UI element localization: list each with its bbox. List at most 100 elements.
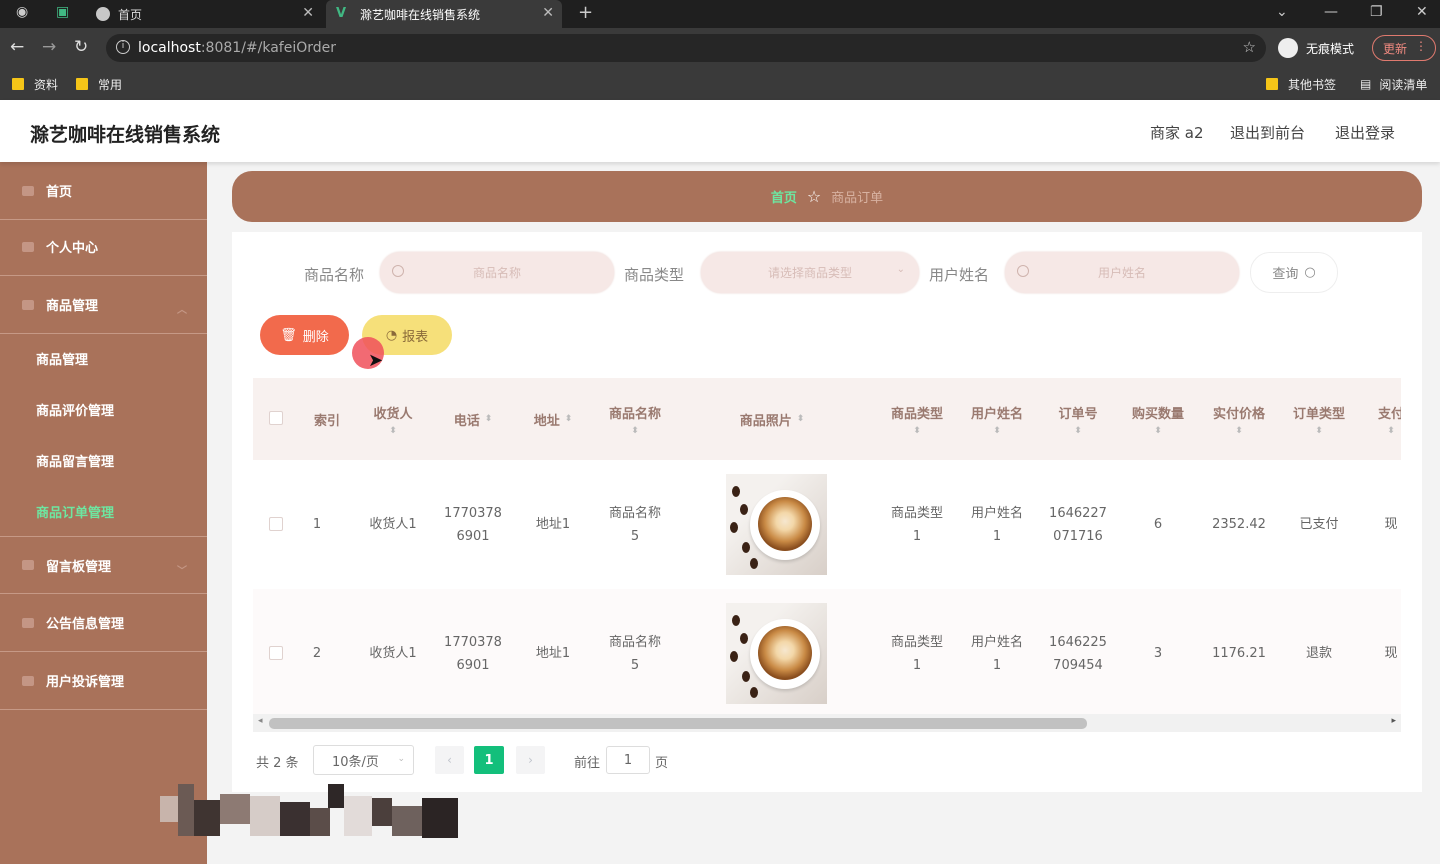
column-header: 地址	[533, 413, 560, 429]
logout-link[interactable]: 退出登录	[1335, 122, 1395, 143]
tab-system[interactable]: V 滁艺咖啡在线销售系统 ✕	[326, 0, 562, 28]
goto-page-input[interactable]: 1	[606, 746, 650, 774]
col-order-no[interactable]: 订单号 ⬍	[1038, 378, 1118, 460]
sidebar-subitem-goods[interactable]: 商品管理	[36, 349, 88, 368]
delete-button[interactable]: 🗑 删除	[260, 315, 349, 355]
col-quantity[interactable]: 购买数量 ⬍	[1118, 378, 1198, 460]
incognito-indicator[interactable]: 无痕模式	[1278, 35, 1354, 61]
user-name-placeholder: 用户姓名	[1097, 266, 1146, 280]
sort-icon[interactable]: ⬍	[1235, 426, 1243, 436]
sort-icon[interactable]: ⬍	[631, 426, 639, 436]
bookmark-folder[interactable]: 其他书签	[1266, 74, 1336, 94]
url-input[interactable]: i localhost:8081/#/kafeiOrder ☆	[106, 34, 1266, 62]
restore-icon[interactable]: ❐	[1370, 4, 1383, 20]
cell-line: 5	[630, 657, 640, 673]
cell-line: 1	[912, 657, 922, 673]
tab-home[interactable]: 首页 ✕	[86, 0, 322, 28]
sort-icon[interactable]: ⬍	[993, 426, 1001, 436]
cell-quantity: 3	[1153, 646, 1163, 661]
sidebar-item-home[interactable]: 首页	[0, 162, 207, 220]
row-checkbox[interactable]	[269, 517, 283, 531]
bookmark-folder[interactable]: 常用	[76, 74, 122, 94]
col-user-name[interactable]: 用户姓名 ⬍	[957, 378, 1037, 460]
back-icon[interactable]: ←	[10, 37, 24, 57]
col-order-type[interactable]: 订单类型 ⬍	[1279, 378, 1359, 460]
chevron-down-icon[interactable]: ⌄	[1276, 4, 1288, 20]
coffee-photo[interactable]	[725, 474, 827, 575]
sheet-tab-icon[interactable]: ▣	[56, 4, 69, 20]
column-header: 实付价格	[1212, 406, 1265, 422]
sort-icon[interactable]: ⬍	[565, 414, 573, 424]
cell-line: 1	[912, 528, 922, 544]
sort-icon[interactable]: ⬍	[1315, 426, 1323, 436]
prev-page-button[interactable]: ‹	[435, 746, 464, 774]
table-row[interactable]: 2 收货人1 1770378 6901 地址1 商品名称 5 商品类型 1 用户姓名 1…	[253, 589, 1401, 714]
user-name-input[interactable]: 用户姓名	[1005, 252, 1239, 293]
back-to-front-link[interactable]: 退出到前台	[1230, 122, 1305, 143]
col-price[interactable]: 实付价格 ⬍	[1199, 378, 1279, 460]
close-icon[interactable]: ✕	[302, 5, 314, 21]
sidebar-item-goods[interactable]: 商品管理 ︿	[0, 276, 207, 334]
sidebar-item-profile[interactable]: 个人中心	[0, 218, 207, 276]
page-number-current[interactable]: 1	[474, 746, 504, 774]
sidebar-subitem-goods-message[interactable]: 商品留言管理	[36, 451, 114, 470]
update-button[interactable]: 更新 ⋮	[1372, 35, 1436, 61]
goods-name-input[interactable]: 商品名称	[380, 252, 614, 293]
sort-icon[interactable]: ⬍	[797, 414, 805, 424]
sidebar-item-notice[interactable]: 公告信息管理	[0, 594, 207, 652]
cell-user-name: 用户姓名 1	[957, 589, 1037, 714]
goods-type-select[interactable]: 请选择商品类型 ⌄	[701, 252, 919, 293]
coffee-photo[interactable]	[725, 603, 827, 704]
mosaic-block	[344, 796, 372, 836]
table-row[interactable]: 1 收货人1 1770378 6901 地址1 商品名称 5 商品类型 1 用户姓名 1…	[253, 460, 1401, 589]
sort-icon[interactable]: ⬍	[1074, 426, 1082, 436]
total-count: 共 2 条	[256, 756, 299, 771]
cell-price: 2352.42	[1212, 517, 1266, 532]
sidebar-item-label: 首页	[46, 185, 73, 200]
select-all-checkbox[interactable]	[269, 411, 283, 425]
forward-icon[interactable]: →	[42, 37, 56, 57]
reading-list[interactable]: ▤ 阅读清单	[1360, 74, 1427, 94]
col-goods-name[interactable]: 商品名称 ⬍	[595, 378, 675, 460]
browser-menu-icon[interactable]: ◉	[16, 4, 28, 20]
reload-icon[interactable]: ↻	[74, 37, 88, 57]
col-receiver[interactable]: 收货人 ⬍	[357, 378, 429, 460]
scroll-left-icon[interactable]: ◂	[258, 716, 263, 726]
sidebar-subitem-goods-review[interactable]: 商品评价管理	[36, 400, 114, 419]
info-icon[interactable]: i	[116, 40, 130, 54]
goods-name-placeholder: 商品名称	[472, 266, 521, 280]
scroll-right-icon[interactable]: ▸	[1391, 716, 1396, 726]
sidebar-item-label: 公告信息管理	[46, 617, 125, 632]
cell-price: 1176.21	[1212, 646, 1266, 661]
scrollbar-thumb[interactable]	[269, 718, 1087, 729]
sort-icon[interactable]: ⬍	[1387, 426, 1395, 436]
col-phone[interactable]: 电话 ⬍	[433, 378, 513, 460]
col-goods-photo[interactable]: 商品照片 ⬍	[677, 378, 867, 460]
table-header: 索引 收货人 ⬍ 电话 ⬍ 地址 ⬍ 商品名称 ⬍ 商品照片 ⬍ 商品类型 ⬍ 用户姓名 ⬍ …	[253, 378, 1401, 460]
query-button[interactable]: 查询 ○	[1250, 252, 1338, 293]
sort-icon[interactable]: ⬍	[485, 414, 493, 424]
sort-icon[interactable]: ⬍	[389, 426, 397, 436]
sort-icon[interactable]: ⬍	[913, 426, 921, 436]
sidebar-item-message-board[interactable]: 留言板管理 ﹀	[0, 536, 207, 594]
cell-line: 709454	[1053, 657, 1103, 673]
bookmark-star-icon[interactable]: ☆	[1243, 38, 1256, 56]
page-size-select[interactable]: 10条/页 ⌄	[313, 745, 414, 775]
sort-icon[interactable]: ⬍	[1154, 426, 1162, 436]
minimize-icon[interactable]: —	[1324, 4, 1338, 20]
horizontal-scrollbar[interactable]: ◂ ▸	[253, 714, 1401, 732]
window-close-icon[interactable]: ✕	[1416, 4, 1428, 20]
cell-index: 1	[312, 517, 322, 532]
col-goods-type[interactable]: 商品类型 ⬍	[877, 378, 957, 460]
sidebar-subitem-goods-order[interactable]: 商品订单管理	[36, 502, 114, 521]
close-icon[interactable]: ✕	[542, 5, 554, 21]
new-tab-icon[interactable]: +	[578, 2, 593, 23]
sidebar-item-complaint[interactable]: 用户投诉管理	[0, 652, 207, 710]
breadcrumb-home[interactable]: 首页	[771, 187, 797, 206]
col-address[interactable]: 地址 ⬍	[513, 378, 593, 460]
col-payment[interactable]: 支付 ⬍	[1361, 378, 1401, 460]
bookmark-folder[interactable]: 资料	[12, 74, 58, 94]
pixelated-overlay	[160, 782, 458, 840]
row-checkbox[interactable]	[269, 646, 283, 660]
next-page-button[interactable]: ›	[516, 746, 545, 774]
